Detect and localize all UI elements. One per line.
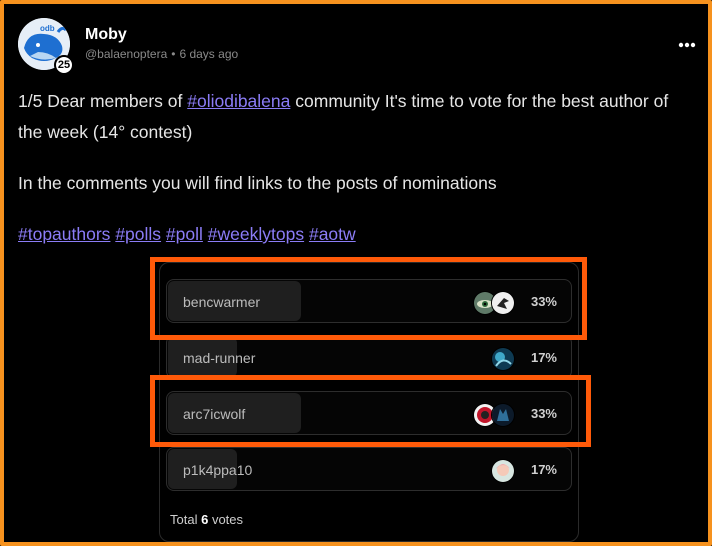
annotation-highlight-box [150,257,587,340]
svg-text:odb: odb [40,24,55,33]
poll-option-p1k4ppa10[interactable]: p1k4ppa10 17% [166,447,572,491]
hashtag-link[interactable]: #weeklytops [208,224,304,244]
community-link[interactable]: #oliodibalena [187,91,290,111]
more-options-icon[interactable] [676,34,698,56]
author-name[interactable]: Moby [85,26,127,44]
hashtag-link[interactable]: #poll [166,224,203,244]
annotation-highlight-box [150,375,591,447]
separator-dot: • [171,47,176,61]
hashtag-link[interactable]: #polls [115,224,161,244]
post-paragraph-2: In the comments you will find links to t… [18,173,497,193]
post-time: 6 days ago [179,47,239,61]
voter-avatars [491,459,515,483]
post-text-prefix: 1/5 Dear members of [18,91,188,111]
post-card: odb 25 Moby @balaenoptera • 6 days ago 1/5… [0,0,712,546]
girl-avatar-icon[interactable] [491,459,515,483]
poll-total-count: 6 [201,512,209,527]
poll-option-percent: 17% [530,350,557,365]
post-meta: @balaenoptera • 6 days ago [85,47,238,61]
poll-total-suffix: votes [211,512,244,527]
poll-option-percent: 17% [530,462,557,477]
poll-option-mad-runner[interactable]: mad-runner 17% [166,335,572,379]
poll-total-prefix: Total [170,512,198,527]
voter-avatars [491,347,515,371]
post-paragraph-1: 1/5 Dear members of #oliodibalena commun… [18,86,688,148]
poll-option-label: mad-runner [183,350,256,366]
hashtag-link[interactable]: #aotw [309,224,356,244]
hashtag-list: #topauthors #polls #poll #weeklytops #ao… [18,219,688,250]
reputation-badge: 25 [54,55,74,75]
poll-total: Total 6 votes [170,512,243,527]
hashtag-link[interactable]: #topauthors [18,224,110,244]
cosmic-avatar-icon[interactable] [491,347,515,371]
author-handle[interactable]: @balaenoptera [85,47,167,61]
poll-option-label: p1k4ppa10 [183,462,253,478]
